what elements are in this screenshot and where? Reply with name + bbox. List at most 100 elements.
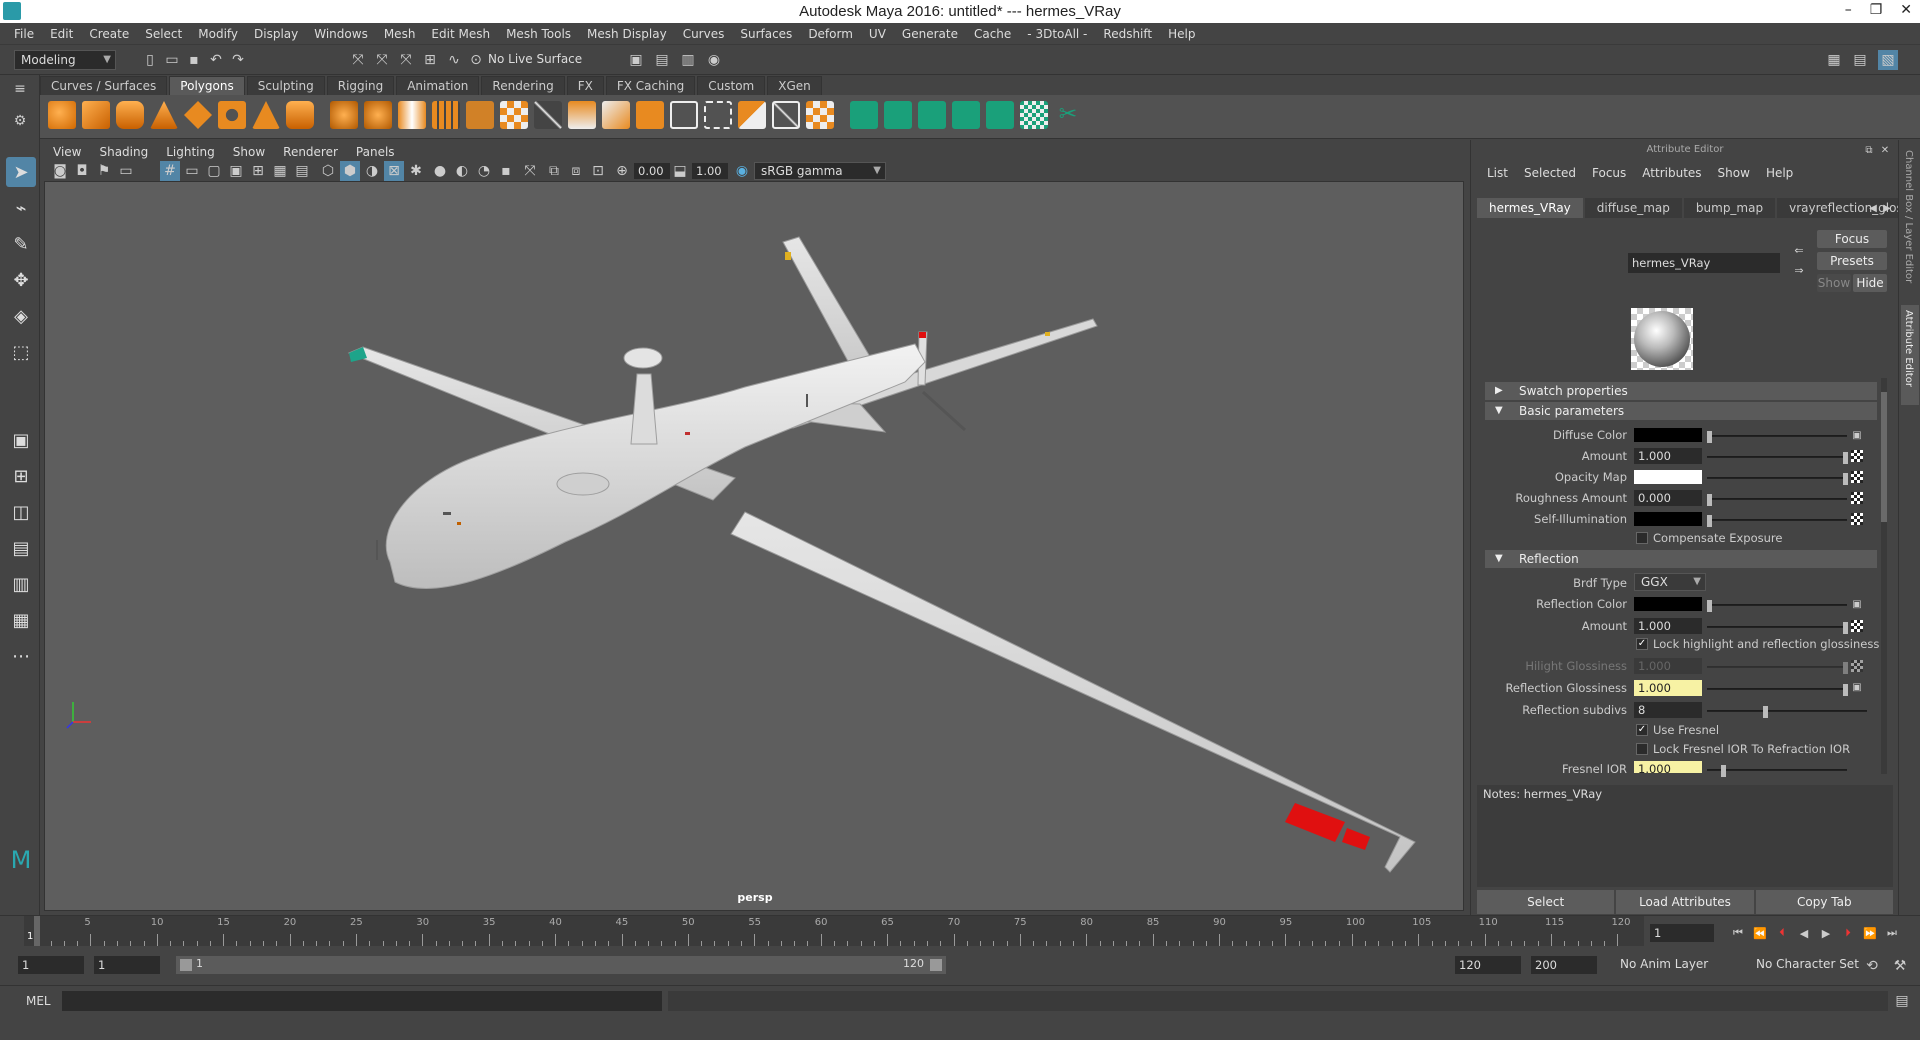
poly-pipe-icon[interactable] [286, 101, 314, 129]
ipr-render-icon[interactable]: ▤ [652, 50, 672, 70]
textured-icon[interactable]: ✱ [406, 161, 426, 181]
reflection-amount-field[interactable]: 1.000 [1634, 618, 1702, 634]
range-bar[interactable]: 1 120 [176, 956, 946, 974]
node-tab-bump-map[interactable]: bump_map [1683, 198, 1776, 218]
node-name-field[interactable]: hermes_VRay [1628, 253, 1780, 273]
reflection-subdivs-field[interactable]: 8 [1634, 702, 1702, 718]
shelf-tab-polygons[interactable]: Polygons [169, 76, 245, 95]
safe-action-icon[interactable]: ▦ [270, 161, 290, 181]
amount-slider[interactable] [1707, 452, 1848, 464]
script-language-label[interactable]: MEL [26, 994, 51, 1008]
command-input[interactable] [62, 991, 662, 1011]
load-attributes-button[interactable]: Load Attributes [1616, 890, 1754, 914]
menu-deform[interactable]: Deform [800, 27, 861, 41]
open-scene-icon[interactable]: ▭ [162, 50, 182, 70]
minimize-icon[interactable]: – [1845, 2, 1852, 18]
shelf-tab-fx-caching[interactable]: FX Caching [605, 76, 696, 95]
shelf-menu-icon[interactable]: ≡ [10, 79, 30, 99]
poly-sphere-icon[interactable] [48, 101, 76, 129]
hilight-map-icon[interactable] [1851, 660, 1863, 672]
anim-layer-dropdown[interactable]: No Anim Layer [1614, 956, 1744, 974]
smooth-shade-icon[interactable]: ⬢ [340, 161, 360, 181]
bookmark-icon[interactable]: ⚑ [94, 161, 114, 181]
viewport-menu-panels[interactable]: Panels [347, 145, 404, 159]
backface-icon[interactable]: ⊡ [588, 161, 608, 181]
amount-field[interactable]: 1.000 [1634, 448, 1702, 464]
shelf-tab-animation[interactable]: Animation [396, 76, 480, 95]
poly-cylinder-icon[interactable] [116, 101, 144, 129]
poly-plane-icon[interactable] [184, 101, 212, 129]
hilight-glossiness-slider[interactable] [1707, 662, 1848, 674]
multi-cut-icon[interactable] [534, 101, 562, 129]
glossiness-map-icon[interactable]: ▣ [1847, 677, 1867, 697]
tab-scroll-right-icon[interactable]: ▶ [1877, 198, 1897, 218]
auto-map-icon[interactable] [986, 101, 1014, 129]
reflection-glossiness-field[interactable]: 1.000 [1634, 680, 1702, 696]
ae-menu-focus[interactable]: Focus [1584, 166, 1634, 180]
exposure-field[interactable]: 0.00 [634, 163, 670, 179]
poly-pyramid-icon[interactable] [252, 101, 280, 129]
append-icon[interactable] [602, 101, 630, 129]
two-view-icon[interactable]: ◫ [6, 497, 36, 527]
menu-display[interactable]: Display [246, 27, 306, 41]
cut-uv-icon[interactable]: ✂ [1054, 101, 1082, 129]
playback-end-field[interactable]: 120 [1455, 956, 1521, 974]
select-object-icon[interactable]: ⤧ [372, 50, 392, 70]
lasso-tool-icon[interactable]: ⌁ [6, 193, 36, 223]
diffuse-color-slider[interactable] [1707, 431, 1847, 443]
poly-cone-icon[interactable] [150, 101, 178, 129]
layout-icon[interactable]: ▦ [6, 605, 36, 635]
select-tool-icon[interactable]: ➤ [6, 157, 36, 187]
shelf-tab-rigging[interactable]: Rigging [326, 76, 395, 95]
roughness-map-icon[interactable] [1851, 492, 1863, 504]
play-forward-icon[interactable]: ▶ [1816, 923, 1836, 943]
amount-map-icon[interactable] [1851, 450, 1863, 462]
scale-tool-icon[interactable]: ⬚ [6, 337, 36, 367]
planar-map-icon[interactable] [884, 101, 912, 129]
outliner-layout-icon[interactable]: ▤ [1850, 50, 1870, 70]
film-gate-icon[interactable]: ▭ [182, 161, 202, 181]
exposure-icon[interactable]: ⊕ [612, 161, 632, 181]
output-connection-icon[interactable]: ⇒ [1789, 260, 1809, 280]
auto-key-icon[interactable]: ⚒ [1890, 956, 1910, 976]
current-frame-field[interactable]: 1 [1650, 924, 1714, 942]
graph-persp-icon[interactable]: ▥ [6, 569, 36, 599]
input-connection-icon[interactable]: ⇐ [1789, 240, 1809, 260]
menu-modify[interactable]: Modify [190, 27, 246, 41]
shelf-tab-rendering[interactable]: Rendering [481, 76, 565, 95]
target-weld-icon[interactable] [772, 101, 800, 129]
restore-icon[interactable]: ❐ [1870, 2, 1883, 18]
select-hierarchy-icon[interactable]: ⤧ [348, 50, 368, 70]
step-back-frame-icon[interactable]: ⏴ [1772, 923, 1792, 943]
combine-icon[interactable] [330, 101, 358, 129]
close-panel-icon[interactable]: ✕ [1875, 140, 1895, 160]
grid-icon[interactable]: # [160, 161, 180, 181]
viewport-menu-renderer[interactable]: Renderer [274, 145, 347, 159]
diffuse-map-icon[interactable]: ▣ [1847, 425, 1867, 445]
reflection-amount-slider[interactable] [1707, 622, 1848, 634]
ae-menu-selected[interactable]: Selected [1516, 166, 1584, 180]
node-tab-hermes-vray[interactable]: hermes_VRay [1477, 198, 1583, 218]
smooth-icon[interactable] [432, 101, 460, 129]
drone-model[interactable] [45, 182, 1465, 912]
menu-curves[interactable]: Curves [675, 27, 733, 41]
snap-curve-icon[interactable]: ∿ [444, 50, 464, 70]
close-icon[interactable]: ✕ [1900, 2, 1912, 18]
mirror-icon[interactable] [398, 101, 426, 129]
attribute-editor-tab[interactable]: Attribute Editor [1903, 310, 1914, 387]
focus-button[interactable]: Focus [1817, 230, 1887, 248]
menu-help[interactable]: Help [1160, 27, 1203, 41]
menu-surfaces[interactable]: Surfaces [732, 27, 800, 41]
fresnel-ior-field[interactable]: 1.000 [1634, 761, 1702, 773]
end-time-field[interactable]: 200 [1531, 956, 1597, 974]
play-back-icon[interactable]: ◀ [1794, 923, 1814, 943]
viewport-menu-view[interactable]: View [44, 145, 90, 159]
wireframe-icon[interactable]: ⬡ [318, 161, 338, 181]
playback-start-field[interactable]: 1 [94, 956, 160, 974]
compensate-exposure-checkbox[interactable] [1636, 532, 1648, 544]
shadows-icon[interactable]: ◐ [452, 161, 472, 181]
step-back-key-icon[interactable]: ⏪ [1750, 923, 1770, 943]
camera-icon[interactable]: ◙ [50, 161, 70, 181]
safe-title-icon[interactable]: ▤ [292, 161, 312, 181]
self-illumination-slider[interactable] [1707, 515, 1847, 527]
